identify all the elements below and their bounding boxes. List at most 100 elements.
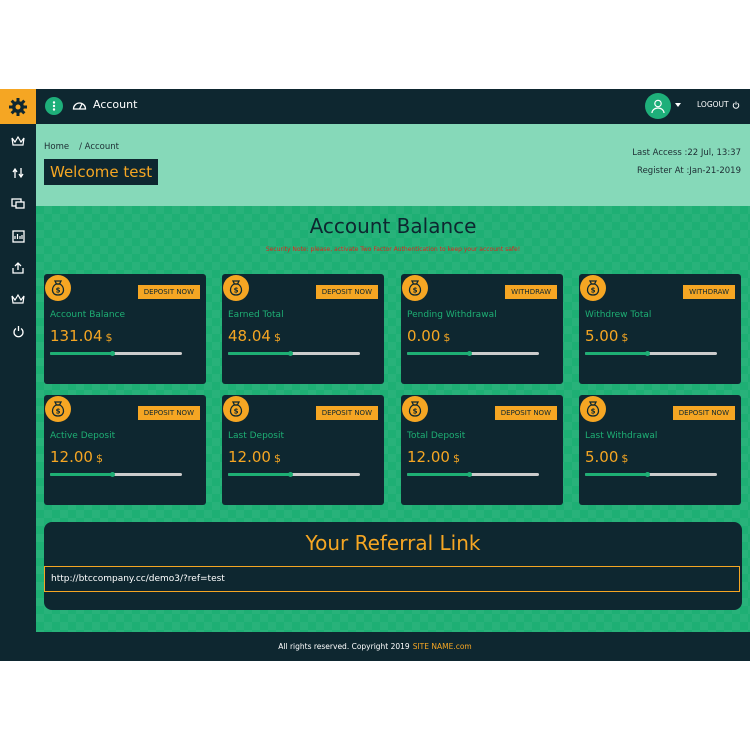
breadcrumb: Home / Account xyxy=(44,142,129,152)
balance-card: $ DEPOSIT NOW Last Withdrawal 5.00 $ xyxy=(579,395,741,505)
sidebar-item-statement[interactable] xyxy=(0,223,36,249)
progress-knob xyxy=(467,351,473,356)
gear-icon[interactable] xyxy=(0,89,36,124)
svg-text:$: $ xyxy=(234,408,239,416)
sidebar-item-power[interactable] xyxy=(0,318,36,344)
card-action-button[interactable]: DEPOSIT NOW xyxy=(672,406,735,420)
card-currency: $ xyxy=(621,331,629,344)
svg-text:$: $ xyxy=(413,408,418,416)
progress-fill xyxy=(585,352,648,355)
progress-bar xyxy=(585,472,717,477)
access-info: Last Access :22 Jul, 13:37 Register At :… xyxy=(632,144,741,180)
progress-fill xyxy=(585,473,648,476)
progress-bar xyxy=(407,472,539,477)
card-amount: 12.00 xyxy=(407,448,450,466)
card-action-button[interactable]: DEPOSIT NOW xyxy=(315,285,378,299)
money-bag-icon: $ xyxy=(223,396,249,422)
card-action-button[interactable]: WITHDRAW xyxy=(683,285,735,299)
progress-bar xyxy=(407,351,539,356)
progress-fill xyxy=(50,473,113,476)
welcome-banner: Welcome test xyxy=(44,159,159,185)
progress-bar xyxy=(585,351,717,356)
card-amount: 5.00 xyxy=(585,448,619,466)
user-icon xyxy=(651,99,665,114)
crown-icon xyxy=(11,293,25,304)
logout-button[interactable]: LOGOUT xyxy=(697,100,740,109)
progress-knob xyxy=(110,351,116,356)
footer-site-link[interactable]: SITE NAME.com xyxy=(413,642,472,651)
progress-fill xyxy=(407,473,470,476)
top-bar: Account LOGOUT xyxy=(36,89,750,124)
card-currency: $ xyxy=(621,452,629,465)
card-amount: 12.00 xyxy=(50,448,93,466)
progress-bar xyxy=(228,351,360,356)
chevron-down-icon[interactable] xyxy=(675,103,681,107)
card-value: 12.00 $ xyxy=(407,448,460,466)
svg-text:$: $ xyxy=(234,287,239,295)
sidebar-item-crown-2[interactable] xyxy=(0,286,36,312)
dashboard-gauge-icon xyxy=(72,101,87,110)
card-amount: 12.00 xyxy=(228,448,271,466)
progress-fill xyxy=(407,352,470,355)
balance-card: $ DEPOSIT NOW Active Deposit 12.00 $ xyxy=(44,395,206,505)
progress-bar xyxy=(50,472,182,477)
main-content: Account Balance Security Note: please, a… xyxy=(36,206,750,632)
card-label: Account Balance xyxy=(50,310,126,320)
card-currency: $ xyxy=(95,452,103,465)
referral-title: Your Referral Link xyxy=(305,531,481,555)
referral-link-input[interactable] xyxy=(44,566,740,592)
progress-bar xyxy=(50,351,182,356)
card-value: 131.04 $ xyxy=(50,327,113,345)
balance-card: $ DEPOSIT NOW Total Deposit 12.00 $ xyxy=(401,395,563,505)
progress-knob xyxy=(110,472,116,477)
balance-card: $ DEPOSIT NOW Last Deposit 12.00 $ xyxy=(222,395,384,505)
menu-dots-icon[interactable] xyxy=(45,97,63,115)
card-action-button[interactable]: WITHDRAW xyxy=(505,285,557,299)
transfer-arrows-icon xyxy=(12,167,24,179)
page-header: Home / Account Welcome test Last Access :… xyxy=(36,124,750,206)
card-amount: 0.00 xyxy=(407,327,441,345)
footer: All rights reserved. Copyright 2019 SITE… xyxy=(0,632,750,661)
card-amount: 48.04 xyxy=(228,327,271,345)
card-label: Withdrew Total xyxy=(585,310,652,320)
card-action-button[interactable]: DEPOSIT NOW xyxy=(494,406,557,420)
card-label: Earned Total xyxy=(228,310,284,320)
power-icon xyxy=(12,325,24,337)
card-amount: 131.04 xyxy=(50,327,103,345)
breadcrumb-home[interactable]: Home xyxy=(44,142,69,152)
sidebar-item-transfer[interactable] xyxy=(0,160,36,186)
card-value: 12.00 $ xyxy=(50,448,103,466)
money-bag-icon: $ xyxy=(580,275,606,301)
card-value: 48.04 $ xyxy=(228,327,281,345)
card-currency: $ xyxy=(273,331,281,344)
card-value: 5.00 $ xyxy=(585,327,628,345)
monitor-icon xyxy=(11,198,25,209)
card-action-button[interactable]: DEPOSIT NOW xyxy=(315,406,378,420)
card-label: Last Withdrawal xyxy=(585,431,658,441)
card-currency: $ xyxy=(443,331,451,344)
page-title-text: Account xyxy=(93,98,138,111)
card-label: Total Deposit xyxy=(407,431,466,441)
svg-text:$: $ xyxy=(413,287,418,295)
card-value: 12.00 $ xyxy=(228,448,281,466)
crown-icon xyxy=(11,135,25,146)
card-currency: $ xyxy=(273,452,281,465)
card-label: Active Deposit xyxy=(50,431,116,441)
svg-text:$: $ xyxy=(56,287,61,295)
security-note: Security Note: please, activate Two Fact… xyxy=(265,246,521,253)
progress-knob xyxy=(645,472,651,477)
balance-card: $ WITHDRAW Pending Withdrawal 0.00 $ xyxy=(401,274,563,384)
footer-copyright: All rights reserved. Copyright 2019 xyxy=(278,642,410,651)
card-action-button[interactable]: DEPOSIT NOW xyxy=(137,285,200,299)
card-currency: $ xyxy=(452,452,460,465)
card-action-button[interactable]: DEPOSIT NOW xyxy=(137,406,200,420)
sidebar-item-monitor[interactable] xyxy=(0,191,36,217)
user-avatar[interactable] xyxy=(645,93,671,119)
register-date-text: Register At :Jan-21-2019 xyxy=(637,166,741,176)
card-label: Last Deposit xyxy=(228,431,285,441)
sidebar-item-share[interactable] xyxy=(0,255,36,281)
sidebar-item-crown[interactable] xyxy=(0,128,36,154)
app-window: Account LOGOUT Home / Account Welcome tes… xyxy=(0,89,750,661)
money-bag-icon: $ xyxy=(580,396,606,422)
sidebar xyxy=(0,89,36,632)
